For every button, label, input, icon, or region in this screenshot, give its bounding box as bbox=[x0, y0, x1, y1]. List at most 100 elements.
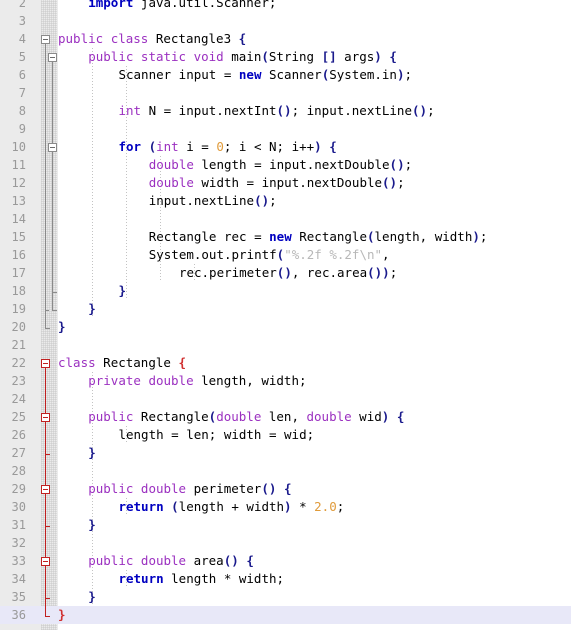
minus-icon bbox=[43, 561, 48, 562]
code-text[interactable]: } bbox=[88, 588, 96, 606]
minus-icon bbox=[43, 489, 48, 490]
code-line[interactable]: 17 rec.perimeter(), rec.area()); bbox=[0, 264, 571, 282]
fold-sibling-tick bbox=[52, 292, 56, 293]
code-text[interactable]: class Rectangle { bbox=[58, 354, 186, 372]
token: () bbox=[261, 481, 277, 496]
code-text[interactable]: public static void main(String [] args) … bbox=[88, 48, 397, 66]
token: } bbox=[88, 445, 96, 460]
code-line[interactable]: 24 bbox=[0, 390, 571, 408]
code-line[interactable]: 34 return length * width; bbox=[0, 570, 571, 588]
code-text[interactable]: for (int i = 0; i < N; i++) { bbox=[118, 138, 336, 156]
line-number: 27 bbox=[11, 446, 26, 460]
code-text[interactable]: System.out.printf("%.2f %.2f\n", bbox=[149, 246, 390, 264]
code-text[interactable]: rec.perimeter(), rec.area()); bbox=[179, 264, 397, 282]
code-line[interactable]: 30 return (length + width) * 2.0; bbox=[0, 498, 571, 516]
code-line[interactable]: 18} bbox=[0, 282, 571, 300]
line-number: 22 bbox=[11, 356, 26, 370]
token: 0 bbox=[216, 139, 224, 154]
code-text[interactable]: public double perimeter() { bbox=[88, 480, 291, 498]
code-text[interactable]: public double area() { bbox=[88, 552, 254, 570]
code-text[interactable]: } bbox=[58, 318, 66, 336]
code-line[interactable]: 36} bbox=[0, 606, 571, 624]
code-line[interactable]: 32 bbox=[0, 534, 571, 552]
token: length + width bbox=[178, 499, 285, 514]
code-line[interactable]: 3 bbox=[0, 12, 571, 30]
token: public bbox=[88, 409, 134, 424]
code-line[interactable]: 7 bbox=[0, 84, 571, 102]
line-number: 29 bbox=[11, 482, 26, 496]
code-line[interactable]: 22 class Rectangle { bbox=[0, 354, 571, 372]
code-line[interactable]: 29 public double perimeter() { bbox=[0, 480, 571, 498]
code-line[interactable]: 23 private double length, width; bbox=[0, 372, 571, 390]
token: ( bbox=[261, 49, 269, 64]
code-text[interactable]: Rectangle rec = new Rectangle(length, wi… bbox=[149, 228, 488, 246]
code-text[interactable]: int N = input.nextInt(); input.nextLine(… bbox=[118, 102, 434, 120]
code-line[interactable]: 8 int N = input.nextInt(); input.nextLine… bbox=[0, 102, 571, 120]
token: public bbox=[88, 481, 134, 496]
code-lines[interactable]: 2 import java.util.Scanner; 3 4 public class… bbox=[0, 0, 571, 630]
line-number: 8 bbox=[18, 104, 26, 118]
code-line[interactable]: 12 double width = input.nextDouble(); bbox=[0, 174, 571, 192]
code-text[interactable]: double length = input.nextDouble(); bbox=[149, 156, 412, 174]
code-line[interactable]: 2 import java.util.Scanner; bbox=[0, 0, 571, 12]
code-text[interactable]: length = len; width = wid; bbox=[118, 426, 314, 444]
code-text[interactable]: } bbox=[58, 606, 66, 624]
code-line[interactable]: 11 double length = input.nextDouble(); bbox=[0, 156, 571, 174]
code-line[interactable]: 9 bbox=[0, 120, 571, 138]
code-text[interactable]: } bbox=[88, 516, 96, 534]
code-line[interactable]: 20} bbox=[0, 318, 571, 336]
line-number: 35 bbox=[11, 590, 26, 604]
token: int bbox=[156, 139, 179, 154]
code-line[interactable]: 4 public class Rectangle3 { bbox=[0, 30, 571, 48]
code-line[interactable]: 33 public double area() { bbox=[0, 552, 571, 570]
fold-toggle-icon[interactable] bbox=[48, 53, 57, 62]
line-number: 2 bbox=[18, 0, 26, 10]
code-line[interactable]: 15 Rectangle rec = new Rectangle(length, … bbox=[0, 228, 571, 246]
code-text[interactable]: } bbox=[88, 444, 96, 462]
fold-toggle-icon[interactable] bbox=[41, 557, 50, 566]
code-line[interactable]: 6 Scanner input = new Scanner(System.in); bbox=[0, 66, 571, 84]
token: } bbox=[88, 301, 96, 316]
code-editor[interactable]: 2 import java.util.Scanner; 3 4 public class… bbox=[0, 0, 571, 630]
code-text[interactable]: public class Rectangle3 { bbox=[58, 30, 246, 48]
code-line[interactable]: 13 input.nextLine(); bbox=[0, 192, 571, 210]
code-text[interactable]: import java.util.Scanner; bbox=[88, 0, 276, 12]
fold-toggle-icon[interactable] bbox=[41, 413, 50, 422]
token: Scanner input = bbox=[118, 67, 239, 82]
code-text[interactable]: input.nextLine(); bbox=[149, 192, 277, 210]
line-number: 13 bbox=[11, 194, 26, 208]
token: { bbox=[283, 481, 292, 496]
code-text[interactable]: return length * width; bbox=[118, 570, 284, 588]
fold-toggle-icon[interactable] bbox=[48, 143, 57, 152]
token: Rectangle rec = bbox=[148, 229, 270, 244]
code-line[interactable]: 27} bbox=[0, 444, 571, 462]
code-line[interactable]: 21 bbox=[0, 336, 571, 354]
code-line[interactable]: 16 System.out.printf("%.2f %.2f\n", bbox=[0, 246, 571, 264]
code-line[interactable]: 25 public Rectangle(double len, double wi… bbox=[0, 408, 571, 426]
code-text[interactable]: double width = input.nextDouble(); bbox=[149, 174, 405, 192]
code-text[interactable]: Scanner input = new Scanner(System.in); bbox=[118, 66, 412, 84]
token: ; bbox=[336, 499, 345, 514]
code-line[interactable]: 26 length = len; width = wid; bbox=[0, 426, 571, 444]
code-line[interactable]: 31} bbox=[0, 516, 571, 534]
token: , bbox=[382, 247, 390, 262]
code-line[interactable]: 10 for (int i = 0; i < N; i++) { bbox=[0, 138, 571, 156]
token: ( bbox=[148, 139, 157, 154]
fold-toggle-icon[interactable] bbox=[41, 485, 50, 494]
code-text[interactable]: public Rectangle(double len, double wid)… bbox=[88, 408, 404, 426]
token: public bbox=[88, 49, 134, 64]
token: ( bbox=[171, 499, 179, 514]
code-text[interactable]: } bbox=[118, 282, 126, 300]
code-line[interactable]: 14 bbox=[0, 210, 571, 228]
code-line[interactable]: 28 bbox=[0, 462, 571, 480]
code-line[interactable]: 19} bbox=[0, 300, 571, 318]
code-text[interactable]: private double length, width; bbox=[88, 372, 306, 390]
code-text[interactable]: return (length + width) * 2.0; bbox=[118, 498, 344, 516]
fold-toggle-icon[interactable] bbox=[41, 359, 50, 368]
line-number: 25 bbox=[11, 410, 26, 424]
fold-toggle-icon[interactable] bbox=[41, 35, 50, 44]
code-line[interactable]: 5 public static void main(String [] args)… bbox=[0, 48, 571, 66]
code-line[interactable]: 35} bbox=[0, 588, 571, 606]
code-text[interactable]: } bbox=[88, 300, 96, 318]
